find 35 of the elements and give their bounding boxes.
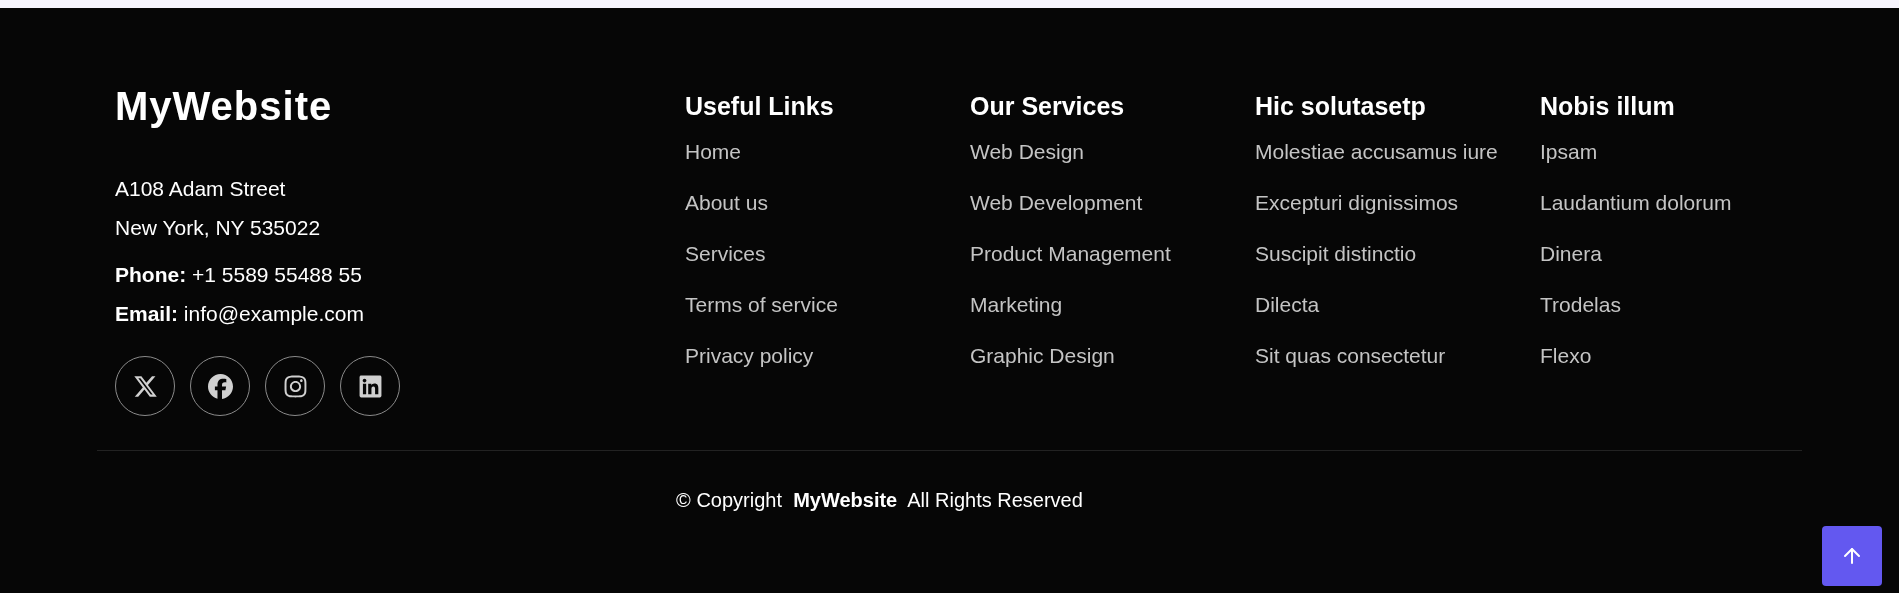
linkedin-icon bbox=[357, 373, 383, 399]
column-heading: Our Services bbox=[970, 91, 1125, 121]
social-button[interactable] bbox=[190, 356, 250, 416]
footer-link[interactable]: Dinera bbox=[1540, 241, 1602, 266]
footer-link[interactable]: Web Design bbox=[970, 139, 1084, 164]
brand-logo[interactable]: MyWebsite bbox=[115, 82, 333, 130]
column-heading: Useful Links bbox=[685, 91, 834, 121]
footer-link[interactable]: Laudantium dolorum bbox=[1540, 190, 1732, 215]
address-line: New York, NY 535022 bbox=[115, 215, 321, 240]
footer-link[interactable]: Web Development bbox=[970, 190, 1143, 215]
address-line: A108 Adam Street bbox=[115, 176, 286, 201]
footer-link[interactable]: Sit quas consectetur bbox=[1255, 343, 1446, 368]
footer-link[interactable]: Marketing bbox=[970, 292, 1063, 317]
facebook-icon bbox=[207, 373, 233, 399]
footer-link[interactable]: Excepturi dignissimos bbox=[1255, 190, 1459, 215]
footer-link[interactable]: Home bbox=[685, 139, 742, 164]
footer-link[interactable]: About us bbox=[685, 190, 768, 215]
column-heading: Hic solutasetp bbox=[1255, 91, 1426, 121]
x-logo-icon bbox=[132, 373, 158, 399]
footer-link[interactable]: Ipsam bbox=[1540, 139, 1598, 164]
footer-link[interactable]: Terms of service bbox=[685, 292, 838, 317]
contact-line: Phone: +1 5589 55488 55 bbox=[115, 262, 362, 287]
footer-link[interactable]: Graphic Design bbox=[970, 343, 1115, 368]
footer-link[interactable]: Product Management bbox=[970, 241, 1171, 266]
contact-line: Email: info@example.com bbox=[115, 301, 364, 326]
footer-link[interactable]: Dilecta bbox=[1255, 292, 1320, 317]
footer-link[interactable]: Trodelas bbox=[1540, 292, 1621, 317]
footer-link[interactable]: Suscipit distinctio bbox=[1255, 241, 1417, 266]
instagram-icon bbox=[282, 373, 308, 399]
column-heading: Nobis illum bbox=[1540, 91, 1675, 121]
footer-link[interactable]: Privacy policy bbox=[685, 343, 814, 368]
footer-link[interactable]: Services bbox=[685, 241, 766, 266]
footer-link[interactable]: Molestiae accusamus iure bbox=[1255, 139, 1498, 164]
footer-link[interactable]: Flexo bbox=[1540, 343, 1592, 368]
copyright-text: © Copyright MyWebsite All Rights Reserved bbox=[676, 488, 1083, 512]
